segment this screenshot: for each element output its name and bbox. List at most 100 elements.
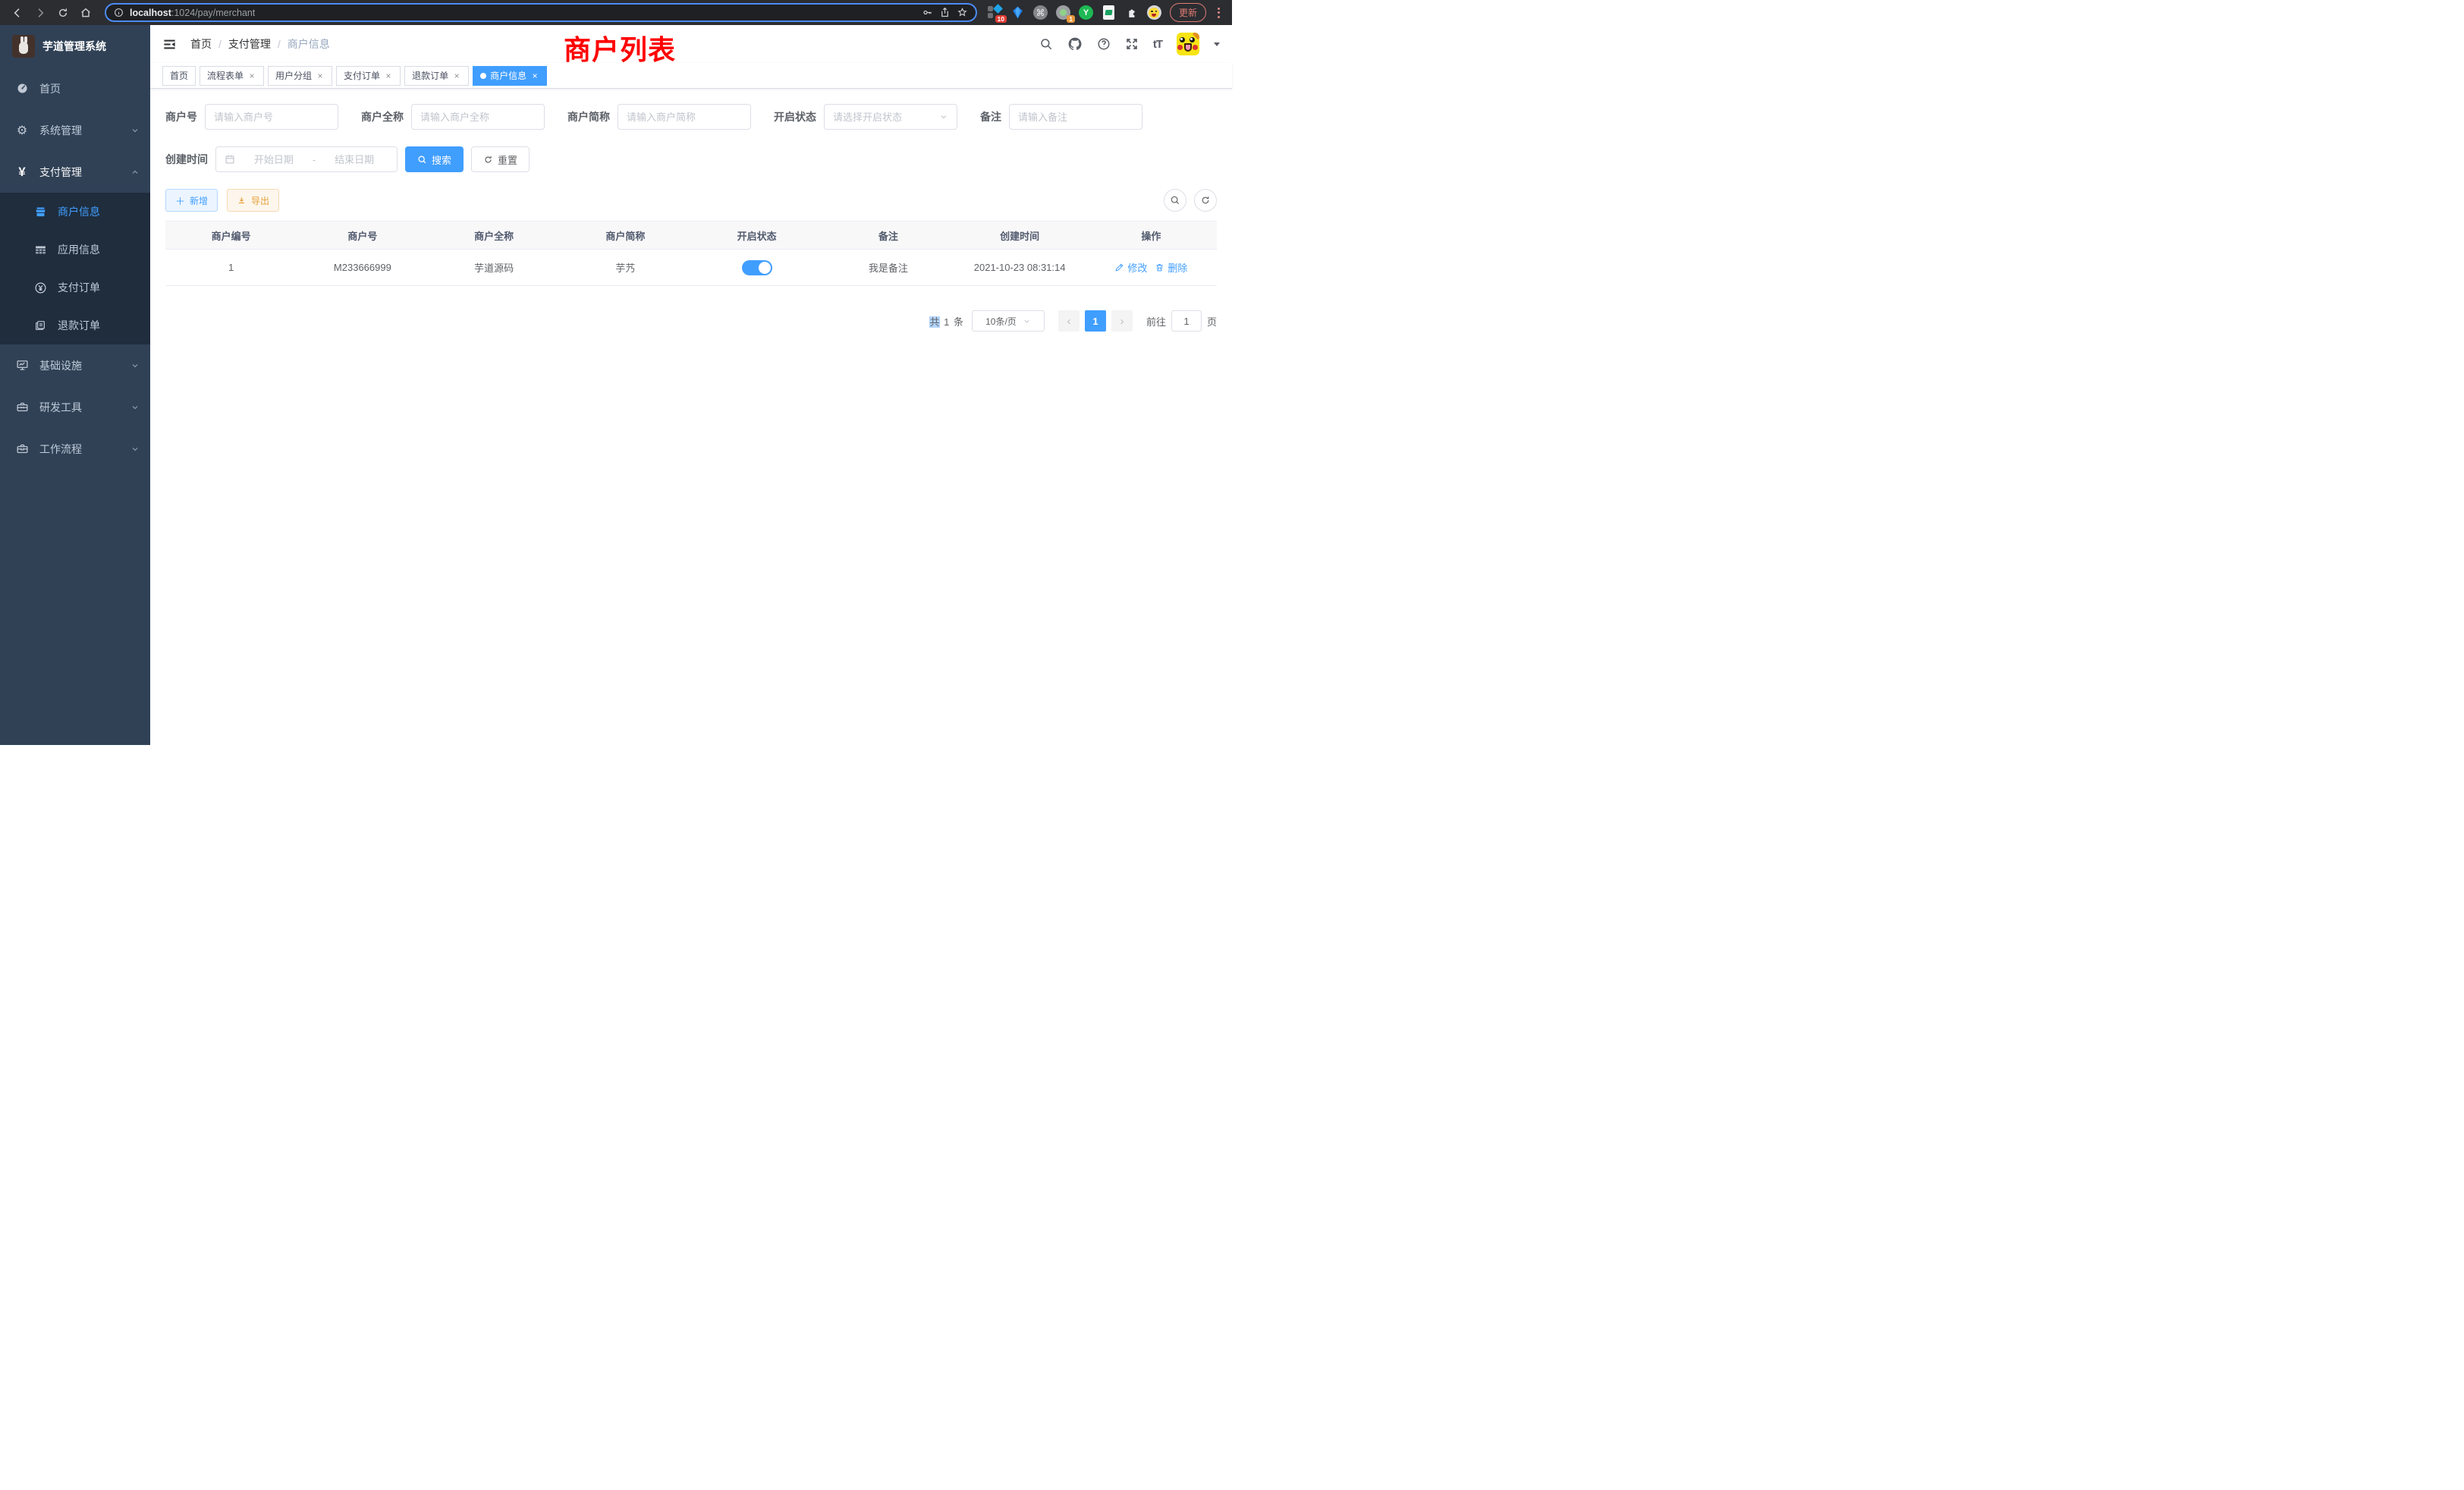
profile-avatar-icon[interactable]: [1147, 5, 1161, 20]
sidebar-collapse-icon[interactable]: [162, 37, 177, 52]
search-button[interactable]: 搜索: [405, 146, 464, 172]
avatar-dropdown-caret[interactable]: [1214, 42, 1220, 46]
store-icon: [33, 206, 47, 218]
breadcrumb-payment[interactable]: 支付管理: [228, 36, 271, 52]
browser-menu-icon[interactable]: [1215, 8, 1223, 18]
table-header: 商户编号 商户号 商户全称 商户简称 开启状态 备注 创建时间 操作: [165, 222, 1217, 250]
recorder-extension-icon[interactable]: 1: [1056, 5, 1070, 20]
col-full-name: 商户全称: [429, 228, 560, 243]
chevron-down-icon: [130, 445, 140, 454]
breadcrumb-current: 商户信息: [288, 36, 330, 52]
close-icon[interactable]: ×: [384, 71, 393, 81]
github-icon[interactable]: [1067, 36, 1083, 52]
refresh-icon: [483, 155, 493, 165]
status-label: 开启状态: [774, 109, 816, 124]
home-icon[interactable]: [76, 3, 96, 23]
search-icon[interactable]: [1039, 37, 1053, 51]
active-dot: [480, 73, 486, 79]
next-page-button[interactable]: ›: [1111, 310, 1133, 332]
sidebar-item-label: 支付管理: [39, 165, 82, 180]
chevron-down-icon: [1023, 317, 1031, 325]
remark-input[interactable]: [1018, 112, 1133, 123]
status-select[interactable]: [824, 104, 957, 130]
tab-user-group[interactable]: 用户分组×: [268, 66, 332, 86]
font-size-icon[interactable]: tT: [1153, 38, 1162, 51]
user-avatar[interactable]: [1177, 33, 1199, 55]
url-bar[interactable]: localhost:1024/pay/merchant: [105, 3, 977, 22]
back-icon[interactable]: [8, 3, 27, 23]
puzzle-extensions-icon[interactable]: [1124, 5, 1139, 20]
remark-label: 备注: [980, 109, 1001, 124]
page-content: 商户号 商户全称 商户简称: [150, 89, 1232, 745]
status-toggle[interactable]: [742, 260, 772, 275]
col-status: 开启状态: [691, 228, 822, 243]
gem-extension-icon[interactable]: [1010, 5, 1025, 20]
merchant-table: 商户编号 商户号 商户全称 商户简称 开启状态 备注 创建时间 操作 1 M23…: [165, 221, 1217, 286]
sidebar-item-home[interactable]: 首页: [0, 68, 150, 109]
breadcrumb: 首页 / 支付管理 / 商户信息: [190, 36, 330, 52]
bookmark-star-icon[interactable]: [957, 7, 968, 18]
close-icon[interactable]: ×: [452, 71, 461, 81]
sidebar-item-system[interactable]: ⚙ 系统管理: [0, 109, 150, 151]
fullscreen-icon[interactable]: [1125, 37, 1139, 51]
tabs-extension-icon[interactable]: 10: [988, 5, 1002, 20]
sidebar-item-pay-order[interactable]: 支付订单: [0, 269, 150, 306]
toggle-search-button[interactable]: [1164, 189, 1186, 212]
top-navbar: 首页 / 支付管理 / 商户信息 tT: [150, 25, 1232, 63]
reload-icon[interactable]: [53, 3, 73, 23]
breadcrumb-home[interactable]: 首页: [190, 36, 212, 52]
short-name-input-box: [618, 104, 751, 130]
password-key-icon[interactable]: [922, 7, 933, 18]
sidebar-item-infrastructure[interactable]: 基础设施: [0, 344, 150, 386]
command-extension-icon[interactable]: ⌘: [1033, 5, 1048, 20]
short-name-input[interactable]: [627, 112, 742, 123]
app-logo-row[interactable]: 芋道管理系统: [0, 25, 150, 68]
full-name-input[interactable]: [420, 112, 536, 123]
end-date-input[interactable]: [320, 154, 388, 165]
reset-button[interactable]: 重置: [471, 146, 530, 172]
sidebar-item-merchant-info[interactable]: 商户信息: [0, 193, 150, 231]
export-button[interactable]: 导出: [227, 189, 279, 212]
edit-link[interactable]: 修改: [1114, 260, 1147, 275]
site-info-icon[interactable]: [114, 8, 124, 17]
forward-icon[interactable]: [30, 3, 50, 23]
start-date-input[interactable]: [240, 154, 308, 165]
search-form-row-2: 创建时间 - 搜索 重置: [165, 146, 1217, 172]
page-size-select[interactable]: 10条/页: [972, 310, 1045, 332]
create-time-range-picker[interactable]: -: [215, 146, 398, 172]
tab-home[interactable]: 首页: [162, 66, 196, 86]
status-select-input[interactable]: [833, 112, 935, 123]
add-button[interactable]: ＋ 新增: [165, 189, 218, 212]
notes-extension-icon[interactable]: [1103, 5, 1114, 20]
browser-update-button[interactable]: 更新: [1170, 3, 1206, 22]
help-icon[interactable]: [1097, 37, 1111, 51]
full-name-label: 商户全称: [361, 109, 404, 124]
prev-page-button[interactable]: ‹: [1058, 310, 1080, 332]
close-icon[interactable]: ×: [247, 71, 256, 81]
close-icon[interactable]: ×: [530, 71, 539, 81]
sidebar-item-dev-tools[interactable]: 研发工具: [0, 386, 150, 428]
col-merchant-id: 商户编号: [165, 228, 297, 243]
cell-full-name: 芋道源码: [429, 260, 560, 275]
close-icon[interactable]: ×: [316, 71, 325, 81]
merchant-no-input[interactable]: [214, 112, 329, 123]
tab-pay-order[interactable]: 支付订单×: [336, 66, 401, 86]
chevron-down-icon: [130, 361, 140, 370]
y-extension-icon[interactable]: Y: [1079, 5, 1093, 20]
sidebar-item-app-info[interactable]: 应用信息: [0, 231, 150, 269]
page-1-button[interactable]: 1: [1085, 310, 1106, 332]
sidebar-item-refund-order[interactable]: 退款订单: [0, 306, 150, 344]
sidebar-item-workflow[interactable]: 工作流程: [0, 428, 150, 470]
cell-merchant-id: 1: [165, 262, 297, 273]
tab-process-form[interactable]: 流程表单×: [200, 66, 264, 86]
col-short-name: 商户简称: [560, 228, 691, 243]
sidebar-item-payment[interactable]: ¥ 支付管理: [0, 151, 150, 193]
goto-page-input[interactable]: [1171, 310, 1202, 332]
share-icon[interactable]: [939, 7, 951, 18]
briefcase-icon: [15, 442, 29, 455]
tab-refund-order[interactable]: 退款订单×: [404, 66, 469, 86]
chevron-down-icon: [130, 126, 140, 135]
delete-link[interactable]: 删除: [1155, 260, 1187, 275]
tab-merchant-info[interactable]: 商户信息×: [473, 66, 547, 86]
refresh-table-button[interactable]: [1194, 189, 1217, 212]
